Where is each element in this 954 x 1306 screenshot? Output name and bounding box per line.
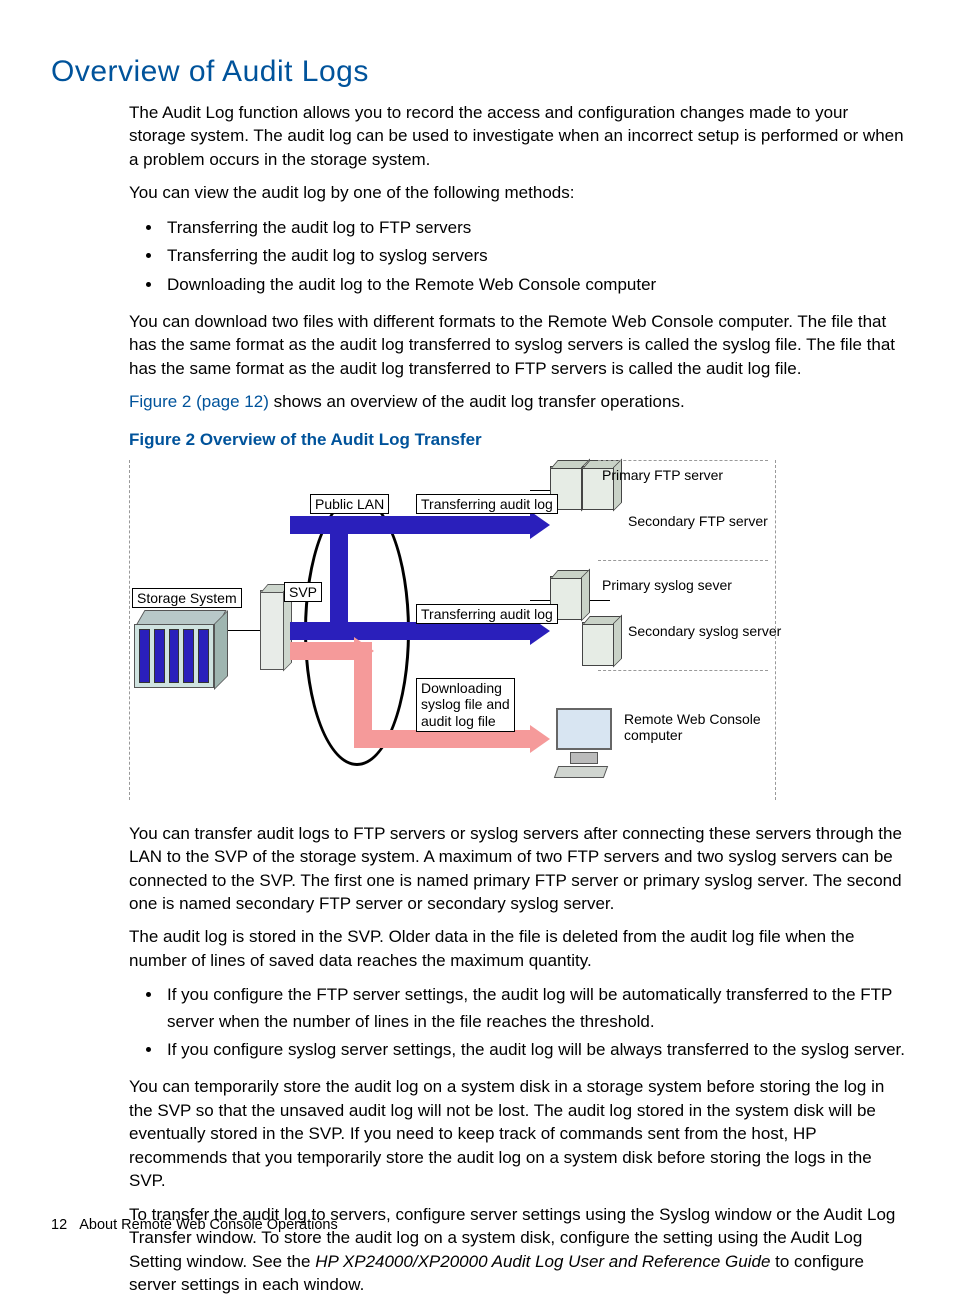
label-secondary-ftp: Secondary FTP server — [624, 512, 772, 531]
server-icon — [582, 616, 620, 664]
figure-diagram: Public LAN SVP Storage System Transferri… — [129, 460, 776, 800]
list-item: Transferring the audit log to syslog ser… — [163, 243, 905, 269]
label-primary-syslog: Primary syslog sever — [598, 576, 736, 595]
bullet-list: If you configure the FTP server settings… — [129, 982, 905, 1063]
list-item: If you configure the FTP server settings… — [163, 982, 905, 1035]
flow-bar — [290, 642, 354, 660]
label-primary-ftp: Primary FTP server — [598, 466, 727, 485]
svp-icon — [260, 590, 284, 670]
divider — [598, 670, 768, 672]
paragraph: You can temporarily store the audit log … — [129, 1075, 905, 1192]
computer-icon — [556, 708, 612, 778]
flow-arrow — [290, 516, 530, 534]
label-secondary-syslog: Secondary syslog server — [624, 622, 785, 641]
label-public-lan: Public LAN — [310, 494, 389, 515]
label-download: Downloading syslog file and audit log fi… — [416, 678, 515, 732]
bullet-list: Transferring the audit log to FTP server… — [129, 215, 905, 298]
flow-arrow — [354, 730, 530, 748]
label-svp: SVP — [284, 582, 322, 603]
text: shows an overview of the audit log trans… — [269, 392, 685, 411]
footer-chapter-title: About Remote Web Console Operations — [79, 1217, 337, 1233]
list-item: Transferring the audit log to FTP server… — [163, 215, 905, 241]
label-storage-system: Storage System — [132, 588, 242, 609]
divider — [598, 560, 768, 562]
storage-system-icon — [134, 610, 226, 688]
list-item: If you configure syslog server settings,… — [163, 1037, 905, 1063]
body: The Audit Log function allows you to rec… — [129, 101, 905, 1296]
label-transfer-1: Transferring audit log — [416, 494, 558, 515]
paragraph: The audit log is stored in the SVP. Olde… — [129, 925, 905, 972]
divider — [598, 460, 768, 462]
label-transfer-2: Transferring audit log — [416, 604, 558, 625]
document-title-reference: HP XP24000/XP20000 Audit Log User and Re… — [315, 1252, 770, 1271]
figure-reference-link[interactable]: Figure 2 (page 12) — [129, 392, 269, 411]
paragraph: You can view the audit log by one of the… — [129, 181, 905, 204]
page-footer: 12 About Remote Web Console Operations — [51, 1217, 338, 1233]
paragraph: You can download two files with differen… — [129, 310, 905, 380]
paragraph: Figure 2 (page 12) shows an overview of … — [129, 390, 905, 413]
page-number: 12 — [51, 1217, 67, 1233]
list-item: Downloading the audit log to the Remote … — [163, 272, 905, 298]
figure-caption: Figure 2 Overview of the Audit Log Trans… — [129, 430, 905, 450]
section-heading: Overview of Audit Logs — [51, 55, 905, 89]
paragraph: The Audit Log function allows you to rec… — [129, 101, 905, 171]
page-content: Overview of Audit Logs The Audit Log fun… — [51, 55, 905, 1306]
paragraph: You can transfer audit logs to FTP serve… — [129, 822, 905, 916]
label-rwc: Remote Web Console computer — [620, 710, 765, 746]
